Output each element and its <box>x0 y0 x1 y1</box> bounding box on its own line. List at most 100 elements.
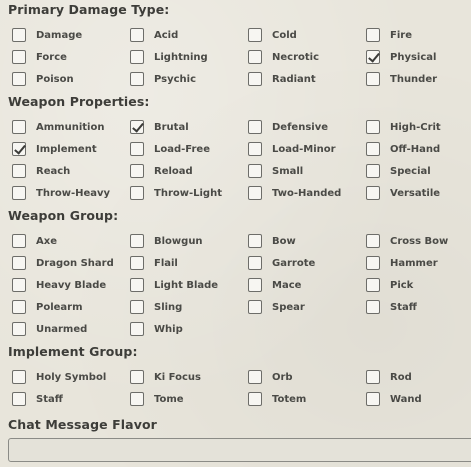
weapon-properties-option-special[interactable]: Special <box>366 160 431 182</box>
weapon-properties-option-defensive[interactable]: Defensive <box>248 116 328 138</box>
checkbox[interactable] <box>12 164 26 178</box>
checkbox[interactable] <box>12 234 26 248</box>
primary-damage-type-option-lightning[interactable]: Lightning <box>130 46 208 68</box>
checkbox-checked[interactable] <box>12 142 26 156</box>
checkbox[interactable] <box>248 142 262 156</box>
checkbox[interactable] <box>248 164 262 178</box>
weapon-group-option-garrote[interactable]: Garrote <box>248 252 315 274</box>
checkbox[interactable] <box>130 278 144 292</box>
implement-group-option-totem[interactable]: Totem <box>248 388 306 410</box>
checkbox[interactable] <box>130 50 144 64</box>
checkbox[interactable] <box>248 278 262 292</box>
checkbox[interactable] <box>12 72 26 86</box>
weapon-properties-option-load-minor[interactable]: Load-Minor <box>248 138 336 160</box>
checkbox[interactable] <box>12 300 26 314</box>
checkbox-checked[interactable] <box>366 50 380 64</box>
checkbox[interactable] <box>366 278 380 292</box>
checkbox[interactable] <box>366 142 380 156</box>
weapon-group-option-dragon-shard[interactable]: Dragon Shard <box>12 252 114 274</box>
weapon-group-option-unarmed[interactable]: Unarmed <box>12 318 87 340</box>
weapon-group-option-staff[interactable]: Staff <box>366 296 417 318</box>
checkbox[interactable] <box>248 300 262 314</box>
weapon-properties-option-implement[interactable]: Implement <box>12 138 97 160</box>
weapon-properties-option-two-handed[interactable]: Two-Handed <box>248 182 341 204</box>
weapon-properties-option-brutal[interactable]: Brutal <box>130 116 189 138</box>
primary-damage-type-option-damage[interactable]: Damage <box>12 24 82 46</box>
checkbox[interactable] <box>12 186 26 200</box>
primary-damage-type-option-psychic[interactable]: Psychic <box>130 68 196 90</box>
implement-group-option-rod[interactable]: Rod <box>366 366 412 388</box>
weapon-group-option-heavy-blade[interactable]: Heavy Blade <box>12 274 106 296</box>
checkbox[interactable] <box>130 142 144 156</box>
checkbox[interactable] <box>248 50 262 64</box>
checkbox[interactable] <box>248 186 262 200</box>
checkbox[interactable] <box>12 322 26 336</box>
checkbox[interactable] <box>248 370 262 384</box>
weapon-properties-option-throw-heavy[interactable]: Throw-Heavy <box>12 182 110 204</box>
checkbox[interactable] <box>130 322 144 336</box>
primary-damage-type-option-necrotic[interactable]: Necrotic <box>248 46 319 68</box>
weapon-group-option-axe[interactable]: Axe <box>12 230 57 252</box>
weapon-properties-option-reach[interactable]: Reach <box>12 160 70 182</box>
checkbox[interactable] <box>12 256 26 270</box>
checkbox[interactable] <box>12 278 26 292</box>
weapon-group-option-cross-bow[interactable]: Cross Bow <box>366 230 448 252</box>
weapon-properties-option-high-crit[interactable]: High-Crit <box>366 116 441 138</box>
checkbox[interactable] <box>366 370 380 384</box>
weapon-properties-option-throw-light[interactable]: Throw-Light <box>130 182 222 204</box>
primary-damage-type-option-physical[interactable]: Physical <box>366 46 436 68</box>
weapon-group-option-blowgun[interactable]: Blowgun <box>130 230 203 252</box>
checkbox[interactable] <box>366 28 380 42</box>
checkbox[interactable] <box>248 120 262 134</box>
checkbox-checked[interactable] <box>130 120 144 134</box>
weapon-properties-option-small[interactable]: Small <box>248 160 303 182</box>
checkbox[interactable] <box>130 256 144 270</box>
checkbox[interactable] <box>12 50 26 64</box>
weapon-group-option-mace[interactable]: Mace <box>248 274 301 296</box>
checkbox[interactable] <box>366 392 380 406</box>
primary-damage-type-option-radiant[interactable]: Radiant <box>248 68 316 90</box>
checkbox[interactable] <box>366 72 380 86</box>
weapon-group-option-spear[interactable]: Spear <box>248 296 305 318</box>
checkbox[interactable] <box>366 164 380 178</box>
checkbox[interactable] <box>366 186 380 200</box>
primary-damage-type-option-fire[interactable]: Fire <box>366 24 412 46</box>
checkbox[interactable] <box>12 120 26 134</box>
checkbox[interactable] <box>130 370 144 384</box>
chat-message-flavor-input[interactable] <box>8 438 471 462</box>
weapon-group-option-bow[interactable]: Bow <box>248 230 296 252</box>
weapon-group-option-hammer[interactable]: Hammer <box>366 252 438 274</box>
checkbox[interactable] <box>130 164 144 178</box>
checkbox[interactable] <box>248 256 262 270</box>
checkbox[interactable] <box>366 300 380 314</box>
primary-damage-type-option-cold[interactable]: Cold <box>248 24 297 46</box>
implement-group-option-orb[interactable]: Orb <box>248 366 293 388</box>
checkbox[interactable] <box>248 234 262 248</box>
checkbox[interactable] <box>366 256 380 270</box>
checkbox[interactable] <box>12 370 26 384</box>
weapon-properties-option-load-free[interactable]: Load-Free <box>130 138 210 160</box>
implement-group-option-wand[interactable]: Wand <box>366 388 422 410</box>
checkbox[interactable] <box>130 28 144 42</box>
checkbox[interactable] <box>130 72 144 86</box>
checkbox[interactable] <box>366 234 380 248</box>
weapon-group-option-flail[interactable]: Flail <box>130 252 178 274</box>
weapon-group-option-whip[interactable]: Whip <box>130 318 183 340</box>
weapon-properties-option-reload[interactable]: Reload <box>130 160 193 182</box>
implement-group-option-staff[interactable]: Staff <box>12 388 63 410</box>
weapon-group-option-sling[interactable]: Sling <box>130 296 182 318</box>
checkbox[interactable] <box>366 120 380 134</box>
checkbox[interactable] <box>12 392 26 406</box>
weapon-properties-option-versatile[interactable]: Versatile <box>366 182 440 204</box>
checkbox[interactable] <box>130 300 144 314</box>
checkbox[interactable] <box>248 72 262 86</box>
weapon-group-option-pick[interactable]: Pick <box>366 274 413 296</box>
checkbox[interactable] <box>248 28 262 42</box>
implement-group-option-tome[interactable]: Tome <box>130 388 184 410</box>
weapon-properties-option-off-hand[interactable]: Off-Hand <box>366 138 440 160</box>
weapon-properties-option-ammunition[interactable]: Ammunition <box>12 116 104 138</box>
checkbox[interactable] <box>130 234 144 248</box>
primary-damage-type-option-acid[interactable]: Acid <box>130 24 178 46</box>
primary-damage-type-option-poison[interactable]: Poison <box>12 68 74 90</box>
implement-group-option-holy-symbol[interactable]: Holy Symbol <box>12 366 106 388</box>
